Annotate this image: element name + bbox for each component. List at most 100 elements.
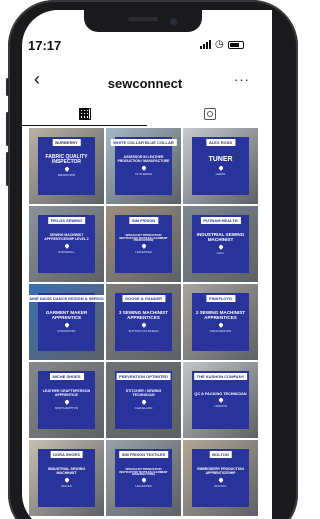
post-tile[interactable]: SIM FRISON TEXTILES SPECIALIST PRODUCTION… xyxy=(106,440,181,516)
job-location: London xyxy=(214,403,227,408)
job-title: EMBROIDERY PRODUCTION APPRENTICESHIP xyxy=(197,467,244,475)
job-location: Bolton xyxy=(214,483,227,488)
location-pin-icon xyxy=(217,476,224,483)
job-location: Bradford xyxy=(58,173,75,178)
posts-grid: BURBERRY FABRIC QUALITY INSPECTOR Bradford… xyxy=(29,128,259,516)
location-pin-icon xyxy=(140,398,147,405)
employer-tag: PREVENTION OPTIMITED xyxy=(116,373,171,380)
location-pin-icon xyxy=(63,242,70,249)
job-location: Cornwall xyxy=(58,249,75,254)
job-title: ASSESSOR IN LEATHER PRODUCTION / MANUFAC… xyxy=(117,155,170,163)
job-location: Stockport xyxy=(57,328,76,333)
job-title: 3 SEWING MACHINIST APPRENTICES xyxy=(118,310,169,320)
location-pin-icon xyxy=(140,243,147,250)
wifi-icon: ◷ xyxy=(215,39,224,50)
job-location: Sutton Coldfield xyxy=(128,328,159,333)
job-title: GARMENT MAKER APPRENTICE xyxy=(45,310,88,320)
job-card: GOOSE & GANDER 3 SEWING MACHINIST APPRENT… xyxy=(115,293,172,351)
post-tile[interactable]: BOLTON EMBROIDERY PRODUCTION APPRENTICESH… xyxy=(183,440,258,516)
location-pin-icon xyxy=(217,243,224,250)
job-card: ALEX ROSS TUNER Leeds xyxy=(192,137,249,195)
post-tile[interactable]: ELAINE DAVIS DANCE DESIGN & SERVICES GARM… xyxy=(29,284,104,360)
post-tile[interactable]: PREVENTION OPTIMITED STITCHER / SEWING TE… xyxy=(106,362,181,438)
location-pin-icon xyxy=(63,166,70,173)
job-location: Clitheroe xyxy=(134,171,153,176)
job-card: BURBERRY FABRIC QUALITY INSPECTOR Bradford xyxy=(38,137,95,195)
more-options-icon[interactable]: ··· xyxy=(234,72,250,87)
job-location: Leicester xyxy=(135,484,152,489)
job-card: SIM FRISON SPECIALIST PRODUCTION INSTRUCT… xyxy=(115,215,172,273)
post-tile[interactable]: GOOSE & GANDER 3 SEWING MACHINIST APPRENT… xyxy=(106,284,181,360)
profile-tabs xyxy=(22,102,272,126)
location-pin-icon xyxy=(140,321,147,328)
job-card: SIM FRISON TEXTILES SPECIALIST PRODUCTION… xyxy=(115,449,172,507)
employer-tag: ALEX ROSS xyxy=(205,139,236,146)
post-tile[interactable]: WHITE COLLAR BLUE COLLAR ASSESSOR IN LEAT… xyxy=(106,128,181,204)
phone-side-button xyxy=(6,152,9,186)
post-tile[interactable]: MICHE SHOES LEATHER CRAFTSPERSON APPRENTI… xyxy=(29,362,104,438)
job-title: SEWING MACHINIST APPRENTICESHIP LEVEL 2 xyxy=(44,233,89,241)
job-title: INDUSTRIAL SEWING MACHINIST xyxy=(196,232,245,242)
job-card: DORA SHOES INDUSTRIAL SEWING MACHINIST Wal… xyxy=(38,449,95,507)
status-time: 17:17 xyxy=(28,38,62,53)
job-card: ELAINE DAVIS DANCE DESIGN & SERVICES GARM… xyxy=(29,293,104,351)
status-icons: ◷ xyxy=(200,39,244,50)
job-card: PREVENTION OPTIMITED STITCHER / SEWING TE… xyxy=(115,371,172,429)
job-title: QC & PACKING TECHNICIAN xyxy=(194,392,247,396)
job-title: FABRIC QUALITY INSPECTOR xyxy=(45,153,88,165)
job-location: Northampton xyxy=(54,405,79,410)
location-pin-icon xyxy=(140,477,147,484)
phone-notch xyxy=(84,10,202,32)
employer-tag: SIM FRISON TEXTILES xyxy=(118,451,169,458)
tab-posts-grid[interactable] xyxy=(22,102,147,126)
employer-tag: ELAINE DAVIS DANCE DESIGN & SERVICES xyxy=(29,295,104,302)
location-pin-icon xyxy=(63,321,70,328)
location-pin-icon xyxy=(140,164,147,171)
job-card: FIELDS SEWING SEWING MACHINIST APPRENTICE… xyxy=(38,215,95,273)
employer-tag: BURBERRY xyxy=(52,139,81,146)
job-location: Cleveland xyxy=(134,405,153,410)
employer-tag: SIM FRISON xyxy=(128,217,159,224)
job-title: 2 SEWING MACHINIST APPRENTICES xyxy=(195,310,246,320)
job-location: Leicester xyxy=(135,250,152,255)
job-card: WHITE COLLAR BLUE COLLAR ASSESSOR IN LEAT… xyxy=(110,137,177,195)
employer-tag: THE KUSHON COMPANY xyxy=(193,373,248,380)
grid-icon xyxy=(78,107,91,120)
job-location: Hull xyxy=(216,250,225,255)
employer-tag: WHITE COLLAR BLUE COLLAR xyxy=(110,139,177,146)
speaker-grille xyxy=(128,17,158,21)
job-location: Manchester xyxy=(209,328,231,333)
job-title: SPECIALIST PRODUCTION INSTRUCTOR TEXTILE… xyxy=(119,232,168,243)
post-tile[interactable]: DORA SHOES INDUSTRIAL SEWING MACHINIST Wal… xyxy=(29,440,104,516)
post-tile[interactable]: SIM FRISON SPECIALIST PRODUCTION INSTRUCT… xyxy=(106,206,181,282)
job-title: STITCHER / SEWING TECHNICIAN xyxy=(125,389,162,397)
post-tile[interactable]: PUTNAM HEALTH INDUSTRIAL SEWING MACHINIST… xyxy=(183,206,258,282)
post-tile[interactable]: BURBERRY FABRIC QUALITY INSPECTOR Bradford xyxy=(29,128,104,204)
job-card: PUTNAM HEALTH INDUSTRIAL SEWING MACHINIST… xyxy=(192,215,249,273)
job-card: THE KUSHON COMPANY QC & PACKING TECHNICIA… xyxy=(192,371,249,429)
job-card: BOLTON EMBROIDERY PRODUCTION APPRENTICESH… xyxy=(192,449,249,507)
location-pin-icon xyxy=(63,398,70,405)
tagged-user-icon xyxy=(203,108,216,120)
post-tile[interactable]: PINKFLOYD 2 SEWING MACHINIST APPRENTICES M… xyxy=(183,284,258,360)
job-title: TUNER xyxy=(208,156,233,164)
job-title: SPECIALIST PRODUCTION INSTRUCTOR TEXTILE… xyxy=(119,466,168,477)
job-location: Wales xyxy=(61,483,72,488)
employer-tag: MICHE SHOES xyxy=(49,373,84,380)
post-tile[interactable]: THE KUSHON COMPANY QC & PACKING TECHNICIA… xyxy=(183,362,258,438)
employer-tag: GOOSE & GANDER xyxy=(121,295,166,302)
tab-tagged[interactable] xyxy=(147,102,272,126)
job-title: LEATHER CRAFTSPERSON APPRENTICE xyxy=(42,389,91,397)
employer-tag: DORA SHOES xyxy=(50,451,83,458)
job-card: PINKFLOYD 2 SEWING MACHINIST APPRENTICES M… xyxy=(192,293,249,351)
post-tile[interactable]: FIELDS SEWING SEWING MACHINIST APPRENTICE… xyxy=(29,206,104,282)
post-tile[interactable]: ALEX ROSS TUNER Leeds xyxy=(183,128,258,204)
location-pin-icon xyxy=(217,164,224,171)
front-camera xyxy=(170,18,177,25)
employer-tag: PINKFLOYD xyxy=(205,295,236,302)
location-pin-icon xyxy=(217,321,224,328)
location-pin-icon xyxy=(217,397,224,403)
job-card: MICHE SHOES LEATHER CRAFTSPERSON APPRENTI… xyxy=(38,371,95,429)
phone-side-button xyxy=(6,112,9,146)
employer-tag: FIELDS SEWING xyxy=(47,217,86,224)
